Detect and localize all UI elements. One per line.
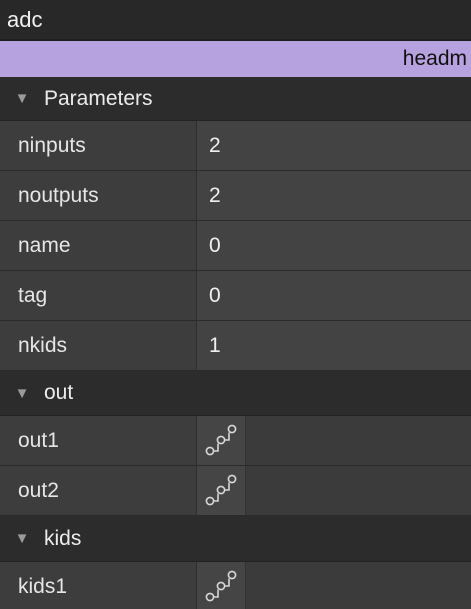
window-title: adc (0, 0, 471, 41)
section-out[interactable]: ▼ out (0, 371, 471, 416)
param-name: tag (0, 271, 197, 320)
param-name: name (0, 221, 197, 270)
param-value-field[interactable]: 2 (197, 121, 471, 170)
param-value-field[interactable]: 0 (197, 271, 471, 320)
triangle-down-icon[interactable]: ▼ (0, 90, 44, 107)
param-row-noutputs: noutputs 2 (0, 171, 471, 221)
patch-cord-icon (205, 474, 237, 505)
out-row-out2: out2 (0, 466, 471, 516)
param-row-ninputs: ninputs 2 (0, 121, 471, 171)
section-label: out (44, 381, 74, 404)
window-title-text: adc (7, 6, 43, 32)
kids-row-kids1: kids1 (0, 562, 471, 609)
section-label: kids (44, 526, 82, 550)
triangle-down-icon[interactable]: ▼ (0, 385, 44, 402)
patch-cord-button[interactable] (197, 416, 246, 465)
section-parameters[interactable]: ▼ Parameters (0, 77, 471, 121)
kids-value (197, 562, 471, 609)
param-value-field[interactable]: 2 (197, 171, 471, 220)
section-label: Parameters (44, 86, 153, 110)
param-name: ninputs (0, 121, 197, 170)
out-value (197, 466, 471, 515)
param-value-field[interactable]: 0 (197, 221, 471, 270)
out-name: out2 (0, 466, 197, 515)
param-row-name: name 0 (0, 221, 471, 271)
param-row-tag: tag 0 (0, 271, 471, 321)
out-value (197, 416, 471, 465)
patch-cord-icon (205, 570, 237, 601)
inspector-panel: adc headm ▼ Parameters ninputs 2 noutput… (0, 0, 471, 609)
host-bar[interactable]: headm (0, 41, 471, 77)
patch-cord-icon (205, 424, 237, 455)
triangle-down-icon[interactable]: ▼ (0, 530, 44, 547)
param-value-field[interactable]: 1 (197, 321, 471, 370)
patch-cord-button[interactable] (197, 466, 246, 515)
out-row-out1: out1 (0, 416, 471, 466)
patch-cord-button[interactable] (197, 562, 246, 609)
param-row-nkids: nkids 1 (0, 321, 471, 371)
param-name: noutputs (0, 171, 197, 220)
param-name: nkids (0, 321, 197, 370)
section-kids[interactable]: ▼ kids (0, 516, 471, 562)
kids-name: kids1 (0, 562, 197, 609)
out-name: out1 (0, 416, 197, 465)
host-label: headm (402, 47, 467, 70)
